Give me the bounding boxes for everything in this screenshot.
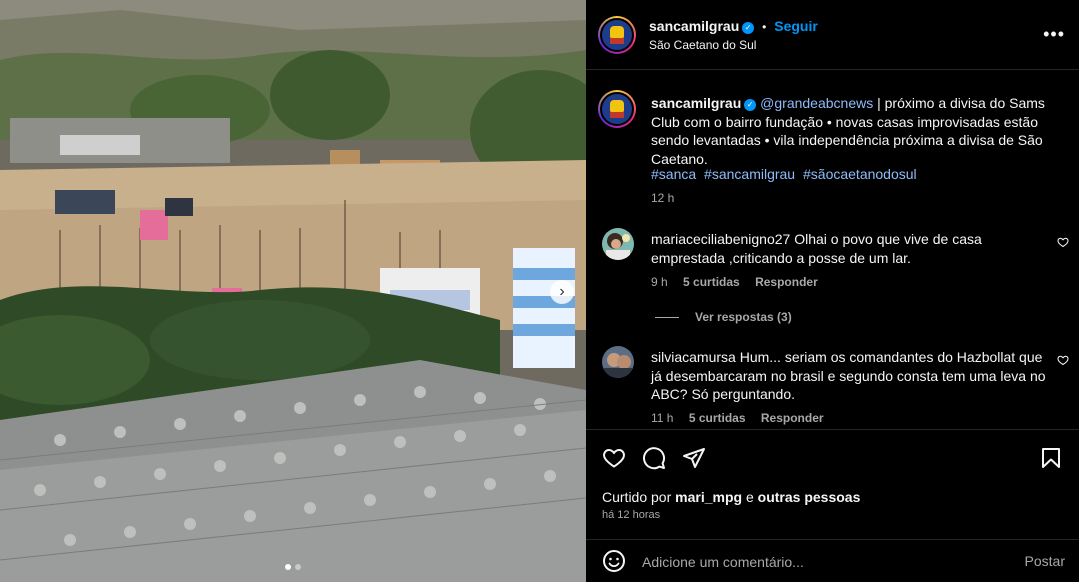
emoji-button[interactable] [602, 549, 626, 576]
view-replies-button[interactable]: Ver respostas (3) [655, 310, 792, 324]
comment-avatar-image [602, 228, 634, 260]
heart-icon [1057, 237, 1069, 248]
comment-button[interactable] [642, 446, 666, 473]
carousel-dot [285, 564, 291, 570]
post-location[interactable]: São Caetano do Sul [649, 38, 756, 52]
follow-button[interactable]: Seguir [774, 18, 818, 34]
verified-badge-icon: ✓ [744, 99, 757, 112]
caption-mention-link[interactable]: @grandeabcnews [760, 95, 873, 111]
photo-illustration [0, 0, 586, 582]
comment-username[interactable]: mariaceciliabenigno27 [651, 231, 790, 247]
comment-body: silviacamursa Hum... seriam os comandant… [651, 348, 1051, 404]
post-dialog: › sancamilgrau ✓ • Seguir São Caetano do … [0, 0, 1079, 582]
heart-icon [603, 448, 625, 468]
carousel-indicator [0, 564, 586, 570]
hashtag-link[interactable]: #sanca [651, 166, 696, 182]
post-side-panel: sancamilgrau ✓ • Seguir São Caetano do Su… [586, 0, 1079, 582]
comment-meta: 11 h 5 curtidas Responder [651, 411, 824, 425]
post-photo[interactable]: › [0, 0, 586, 582]
comment-avatar-image [602, 346, 634, 378]
caption-hashtags: #sanca #sancamilgrau #sãocaetanodosul [651, 166, 921, 182]
hashtag-link[interactable]: #sãocaetanodosul [803, 166, 917, 182]
share-icon [683, 448, 705, 468]
liked-by-user[interactable]: mari_mpg [675, 489, 742, 505]
comment-avatar[interactable] [602, 228, 634, 260]
carousel-dot [295, 564, 301, 570]
post-caption: sancamilgrau ✓ @grandeabcnews | próximo a… [651, 94, 1056, 168]
comment-icon [643, 447, 666, 470]
comment-likes-count[interactable]: 5 curtidas [689, 411, 746, 425]
chevron-right-icon: › [559, 283, 565, 300]
comment-like-button[interactable] [1057, 236, 1069, 251]
separator-dot: • [762, 20, 767, 34]
caption-author-avatar[interactable] [598, 90, 636, 128]
verified-badge-icon: ✓ [742, 21, 755, 34]
more-options-button[interactable]: ••• [1043, 24, 1065, 45]
comment-meta: 9 h 5 curtidas Responder [651, 275, 818, 289]
like-button[interactable] [602, 446, 626, 473]
carousel-next-button[interactable]: › [550, 280, 574, 304]
post-time-ago: há 12 horas [602, 509, 661, 521]
comment-input[interactable] [642, 552, 972, 572]
comment-time: 11 h [651, 411, 674, 425]
hashtag-link[interactable]: #sancamilgrau [704, 166, 795, 182]
liked-by-connector: e [742, 489, 758, 505]
liked-by-prefix: Curtido por [602, 489, 676, 505]
comment-avatar[interactable] [602, 346, 634, 378]
heart-icon [1057, 355, 1069, 366]
comment-time: 9 h [651, 275, 668, 289]
comment-reply-button[interactable]: Responder [761, 411, 824, 425]
caption-time: 12 h [651, 191, 675, 205]
author-username[interactable]: sancamilgrau [649, 18, 739, 34]
post-actions: Curtido por mari_mpg e outras pessoas há… [586, 429, 1079, 539]
comment-like-button[interactable] [1057, 354, 1069, 369]
share-button[interactable] [682, 446, 706, 473]
liked-by-others[interactable]: outras pessoas [758, 489, 861, 505]
view-replies-label: Ver respostas (3) [695, 310, 792, 324]
post-comment-button[interactable]: Postar [1025, 553, 1065, 569]
caption-username[interactable]: sancamilgrau [651, 95, 741, 111]
author-avatar[interactable] [598, 16, 636, 54]
liked-by-summary: Curtido por mari_mpg e outras pessoas [602, 489, 860, 505]
replies-divider [655, 316, 679, 318]
bookmark-icon [1042, 448, 1060, 468]
emoji-icon [603, 550, 625, 572]
post-header: sancamilgrau ✓ • Seguir São Caetano do Su… [586, 0, 1079, 70]
save-button[interactable] [1039, 446, 1063, 473]
comment-body: mariaceciliabenigno27 Olhai o povo que v… [651, 230, 1051, 267]
comment-composer: Postar [586, 539, 1079, 582]
comment-likes-count[interactable]: 5 curtidas [683, 275, 740, 289]
comment-username[interactable]: silviacamursa [651, 349, 736, 365]
comment-reply-button[interactable]: Responder [755, 275, 818, 289]
